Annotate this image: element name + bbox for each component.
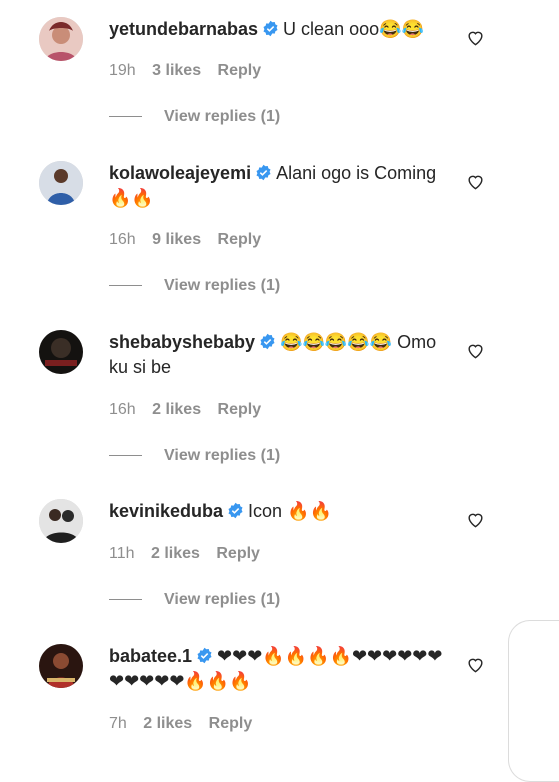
comment-text: Icon 🔥🔥 xyxy=(248,501,332,521)
replies-divider xyxy=(109,455,142,457)
comment-meta: 7h 2 likes Reply xyxy=(109,715,264,733)
reply-button[interactable]: Reply xyxy=(209,715,253,732)
heart-outline-icon[interactable] xyxy=(466,341,485,360)
avatar[interactable] xyxy=(39,330,83,374)
comment-body: kolawoleajeyemi Alani ogo is Coming 🔥🔥 xyxy=(109,161,449,211)
view-replies-label: View replies (1) xyxy=(164,591,281,608)
comment-likes[interactable]: 2 likes xyxy=(151,545,200,562)
view-replies-label: View replies (1) xyxy=(164,447,281,464)
verified-badge-icon xyxy=(263,20,278,37)
avatar[interactable] xyxy=(39,644,83,688)
view-replies-button[interactable]: View replies (1) xyxy=(109,447,280,465)
comment-username[interactable]: babatee.1 xyxy=(109,646,192,666)
replies-divider xyxy=(109,599,142,601)
heart-outline-icon[interactable] xyxy=(466,655,485,674)
comment-body: shebabyshebaby 😂😂😂😂😂 Omo ku si be xyxy=(109,330,449,380)
view-replies-button[interactable]: View replies (1) xyxy=(109,591,280,609)
view-replies-label: View replies (1) xyxy=(164,108,281,125)
comment-body: babatee.1 ❤❤❤🔥🔥🔥🔥❤❤❤❤❤❤❤❤❤❤❤🔥🔥🔥 xyxy=(109,644,449,694)
comment-likes[interactable]: 9 likes xyxy=(152,231,201,248)
comment-time: 16h xyxy=(109,231,136,248)
reply-button[interactable]: Reply xyxy=(218,401,262,418)
comment-meta: 16h 9 likes Reply xyxy=(109,231,273,249)
verified-badge-icon xyxy=(256,164,271,181)
comment-username[interactable]: shebabyshebaby xyxy=(109,332,255,352)
heart-outline-icon[interactable] xyxy=(466,510,485,529)
comment-username[interactable]: yetundebarnabas xyxy=(109,19,258,39)
replies-divider xyxy=(109,116,142,118)
comment-likes[interactable]: 3 likes xyxy=(152,62,201,79)
comment-username[interactable]: kevinikeduba xyxy=(109,501,223,521)
view-replies-button[interactable]: View replies (1) xyxy=(109,108,280,126)
comment-meta: 19h 3 likes Reply xyxy=(109,62,273,80)
comment-meta: 11h 2 likes Reply xyxy=(109,545,272,563)
comment-body: kevinikeduba Icon 🔥🔥 xyxy=(109,499,449,524)
reply-button[interactable]: Reply xyxy=(216,545,260,562)
comment-likes[interactable]: 2 likes xyxy=(152,401,201,418)
reply-button[interactable]: Reply xyxy=(218,231,262,248)
side-panel-edge xyxy=(508,620,559,782)
verified-badge-icon xyxy=(197,647,212,664)
comment-username[interactable]: kolawoleajeyemi xyxy=(109,163,251,183)
comment-time: 16h xyxy=(109,401,136,418)
verified-badge-icon xyxy=(260,333,275,350)
avatar[interactable] xyxy=(39,161,83,205)
comment-likes[interactable]: 2 likes xyxy=(143,715,192,732)
heart-outline-icon[interactable] xyxy=(466,28,485,47)
replies-divider xyxy=(109,285,142,287)
comment-time: 7h xyxy=(109,715,127,732)
avatar[interactable] xyxy=(39,499,83,543)
verified-badge-icon xyxy=(228,502,243,519)
comment-time: 11h xyxy=(109,545,135,562)
heart-outline-icon[interactable] xyxy=(466,172,485,191)
view-replies-label: View replies (1) xyxy=(164,277,281,294)
comment-time: 19h xyxy=(109,62,136,79)
view-replies-button[interactable]: View replies (1) xyxy=(109,277,280,295)
comment-meta: 16h 2 likes Reply xyxy=(109,401,273,419)
comment-body: yetundebarnabas U clean ooo😂😂 xyxy=(109,17,449,42)
reply-button[interactable]: Reply xyxy=(218,62,262,79)
avatar[interactable] xyxy=(39,17,83,61)
comment-text: U clean ooo😂😂 xyxy=(283,19,424,39)
